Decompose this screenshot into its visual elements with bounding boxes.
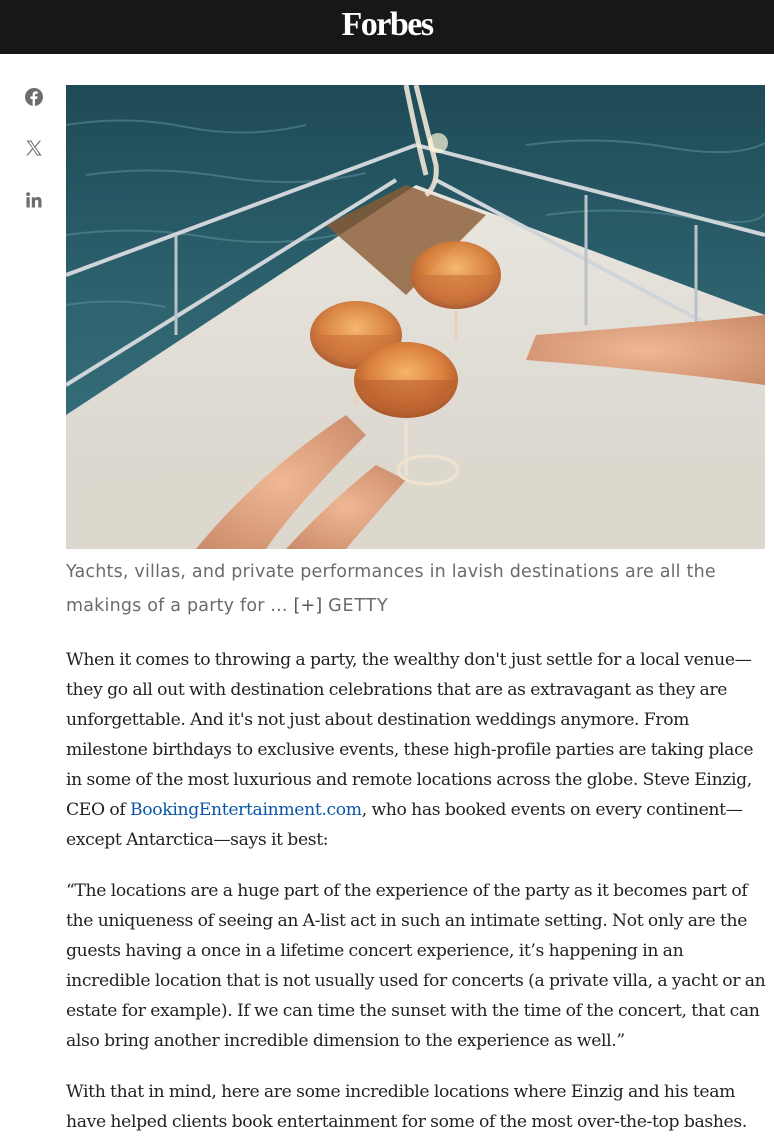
- linkedin-share-button[interactable]: [22, 188, 46, 212]
- image-caption: Yachts, villas, and private performances…: [66, 555, 756, 623]
- forbes-logo[interactable]: Forbes: [0, 0, 774, 50]
- x-twitter-icon: [26, 140, 42, 156]
- article-quote-paragraph: “The locations are a huge part of the ex…: [66, 881, 766, 1051]
- caption-expand-button[interactable]: [+]: [293, 596, 322, 616]
- facebook-icon: [25, 88, 43, 106]
- facebook-share-button[interactable]: [22, 85, 46, 109]
- x-share-button[interactable]: [22, 136, 46, 160]
- yacht-toast-photo: [66, 85, 765, 549]
- article-paragraph-3: With that in mind, here are some incredi…: [66, 1082, 747, 1132]
- image-credit: GETTY: [328, 596, 389, 616]
- linkedin-icon: [26, 192, 42, 208]
- top-nav-bar: Forbes: [0, 0, 774, 54]
- paragraph-1-intro: When it comes to throwing a party, the w…: [66, 650, 754, 820]
- caption-text: Yachts, villas, and private performances…: [66, 562, 716, 616]
- booking-entertainment-link[interactable]: BookingEntertainment.com: [130, 800, 362, 820]
- article-paragraph-1: When it comes to throwing a party, the w…: [66, 645, 766, 855]
- hero-image: [66, 85, 765, 549]
